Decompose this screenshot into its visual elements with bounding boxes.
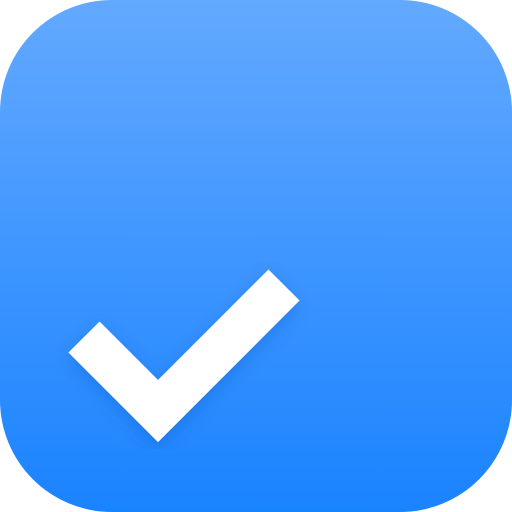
app-icon[interactable] xyxy=(0,0,512,512)
app-icon-canvas xyxy=(0,0,512,512)
checkmark-icon xyxy=(68,269,300,443)
